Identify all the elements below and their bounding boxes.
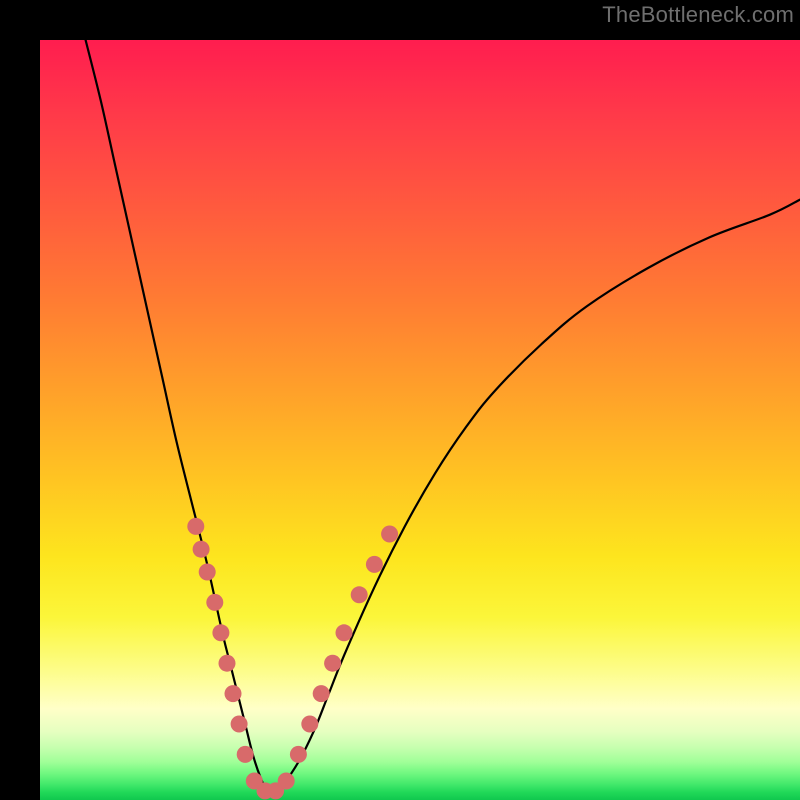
data-point [212, 624, 229, 641]
plot-area [40, 40, 800, 800]
data-point [206, 594, 223, 611]
data-point [187, 518, 204, 535]
data-point [199, 564, 216, 581]
data-point [324, 655, 341, 672]
data-point [336, 624, 353, 641]
data-point [278, 773, 295, 790]
data-point [219, 655, 236, 672]
data-point [301, 716, 318, 733]
data-point [381, 526, 398, 543]
watermark-text: TheBottleneck.com [602, 2, 794, 28]
data-point [351, 586, 368, 603]
data-point [366, 556, 383, 573]
data-point [231, 716, 248, 733]
chart-svg [40, 40, 800, 800]
bottleneck-curve [86, 40, 800, 794]
data-point [290, 746, 307, 763]
data-point [193, 541, 210, 558]
data-point [225, 685, 242, 702]
chart-frame: TheBottleneck.com [0, 0, 800, 800]
data-point [237, 746, 254, 763]
data-point [313, 685, 330, 702]
data-points [187, 518, 398, 800]
